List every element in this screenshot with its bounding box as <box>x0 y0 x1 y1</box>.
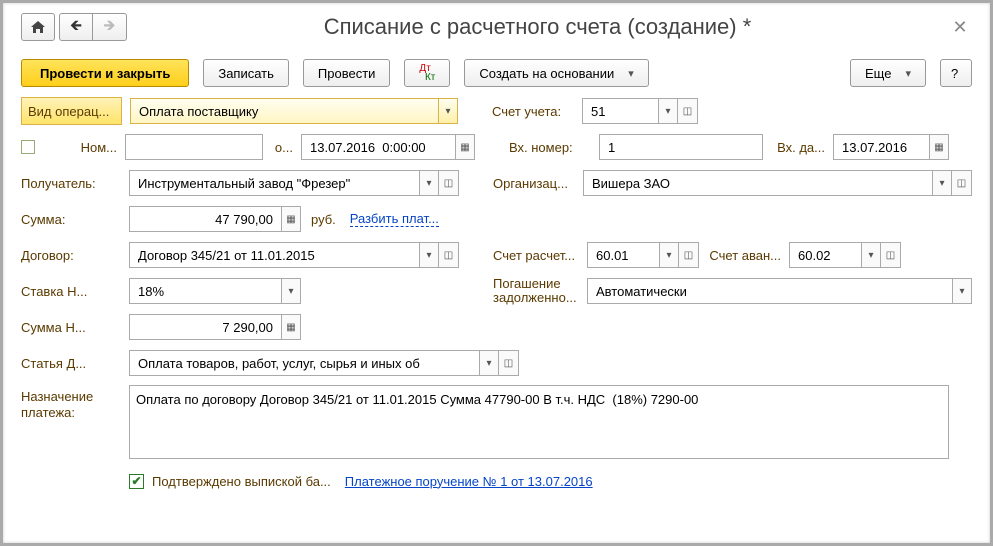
purpose-textarea[interactable] <box>129 385 949 459</box>
vat-sum-field[interactable]: ▦ <box>129 314 301 340</box>
date-field[interactable]: ▦ <box>301 134 475 160</box>
number-input[interactable] <box>125 134 263 160</box>
close-button[interactable]: ✕ <box>948 17 972 38</box>
vat-sum-label: Сумма Н... <box>21 320 121 335</box>
dropdown-icon[interactable]: ▾ <box>861 242 881 268</box>
op-type-field[interactable]: ▾ <box>130 98 458 124</box>
dropdown-icon[interactable]: ▾ <box>419 242 439 268</box>
advance-acct-input[interactable] <box>796 243 855 267</box>
calculator-icon[interactable]: ▦ <box>281 206 301 232</box>
dropdown-icon[interactable]: ▾ <box>419 170 439 196</box>
post-button[interactable]: Провести <box>303 59 391 87</box>
back-button[interactable]: 🡸 <box>59 13 93 41</box>
vat-rate-field[interactable]: ▾ <box>129 278 301 304</box>
account-label: Счет учета: <box>492 104 574 119</box>
settle-acct-field[interactable]: ▾ ◫ <box>587 242 699 268</box>
dtkt-button[interactable]: Дт Кт <box>404 59 450 87</box>
open-icon[interactable]: ◫ <box>439 242 459 268</box>
confirmed-checkbox[interactable]: ✔ <box>129 474 144 489</box>
open-icon[interactable]: ◫ <box>678 98 698 124</box>
advance-acct-field[interactable]: ▾ ◫ <box>789 242 901 268</box>
split-payment-link[interactable]: Разбить плат... <box>350 211 439 227</box>
open-icon[interactable]: ◫ <box>952 170 972 196</box>
from-label: о... <box>271 140 293 155</box>
forward-button: 🡺 <box>93 13 127 41</box>
calculator-icon[interactable]: ▦ <box>281 314 301 340</box>
item-label: Статья Д... <box>21 356 121 371</box>
post-and-close-button[interactable]: Провести и закрыть <box>21 59 189 87</box>
dropdown-icon[interactable]: ▾ <box>658 98 678 124</box>
account-input[interactable] <box>589 99 652 123</box>
currency-label: руб. <box>311 212 336 227</box>
write-button[interactable]: Записать <box>203 59 289 87</box>
settle-acct-label: Счет расчет... <box>493 248 579 263</box>
help-button[interactable]: ? <box>940 59 972 87</box>
in-date-input[interactable] <box>840 135 923 159</box>
org-field[interactable]: ▾ ◫ <box>583 170 972 196</box>
create-based-on-button[interactable]: Создать на основании <box>464 59 648 87</box>
in-date-field[interactable]: ▦ <box>833 134 949 160</box>
debt-input[interactable] <box>594 279 946 303</box>
open-icon[interactable]: ◫ <box>499 350 519 376</box>
payee-label: Получатель: <box>21 176 121 191</box>
sum-field[interactable]: ▦ <box>129 206 301 232</box>
purpose-label: Назначениеплатежа: <box>21 385 121 421</box>
in-number-input[interactable] <box>599 134 763 160</box>
contract-label: Договор: <box>21 248 121 263</box>
op-type-input[interactable] <box>137 99 432 123</box>
confirmed-label: Подтверждено выпиской ба... <box>152 474 331 489</box>
window-title: Списание с расчетного счета (создание) * <box>127 14 948 40</box>
org-label: Организац... <box>493 176 575 191</box>
in-date-label: Вх. да... <box>771 140 825 155</box>
open-icon[interactable]: ◫ <box>881 242 901 268</box>
advance-acct-label: Счет аван... <box>707 248 781 263</box>
contract-field[interactable]: ▾ ◫ <box>129 242 459 268</box>
account-field[interactable]: ▾ ◫ <box>582 98 698 124</box>
dropdown-icon[interactable]: ▾ <box>438 98 458 124</box>
payee-input[interactable] <box>136 171 413 195</box>
op-type-label: Вид операц... <box>21 97 122 125</box>
org-input[interactable] <box>590 171 926 195</box>
open-icon[interactable]: ◫ <box>439 170 459 196</box>
contract-input[interactable] <box>136 243 413 267</box>
in-number-label: Вх. номер: <box>509 140 591 155</box>
calendar-icon[interactable]: ▦ <box>455 134 475 160</box>
new-doc-icon <box>21 140 35 154</box>
vat-rate-label: Ставка Н... <box>21 284 121 299</box>
dropdown-icon[interactable]: ▾ <box>952 278 972 304</box>
vat-rate-input[interactable] <box>136 279 275 303</box>
dropdown-icon[interactable]: ▾ <box>479 350 499 376</box>
sum-input[interactable] <box>136 207 275 231</box>
settle-acct-input[interactable] <box>594 243 653 267</box>
home-button[interactable] <box>21 13 55 41</box>
calendar-icon[interactable]: ▦ <box>929 134 949 160</box>
more-button[interactable]: Еще <box>850 59 926 87</box>
date-input[interactable] <box>308 135 449 159</box>
sum-label: Сумма: <box>21 212 121 227</box>
payee-field[interactable]: ▾ ◫ <box>129 170 459 196</box>
vat-sum-input[interactable] <box>136 315 275 339</box>
dropdown-icon[interactable]: ▾ <box>932 170 952 196</box>
debt-field[interactable]: ▾ <box>587 278 972 304</box>
dropdown-icon[interactable]: ▾ <box>281 278 301 304</box>
debt-label: Погашениезадолженно... <box>493 277 579 305</box>
payment-order-link[interactable]: Платежное поручение № 1 от 13.07.2016 <box>345 474 593 489</box>
number-label: Ном... <box>43 140 117 155</box>
item-input[interactable] <box>136 351 473 375</box>
home-icon <box>30 20 46 34</box>
open-icon[interactable]: ◫ <box>679 242 699 268</box>
item-field[interactable]: ▾ ◫ <box>129 350 519 376</box>
dropdown-icon[interactable]: ▾ <box>659 242 679 268</box>
dtkt-icon: Дт Кт <box>419 64 435 82</box>
